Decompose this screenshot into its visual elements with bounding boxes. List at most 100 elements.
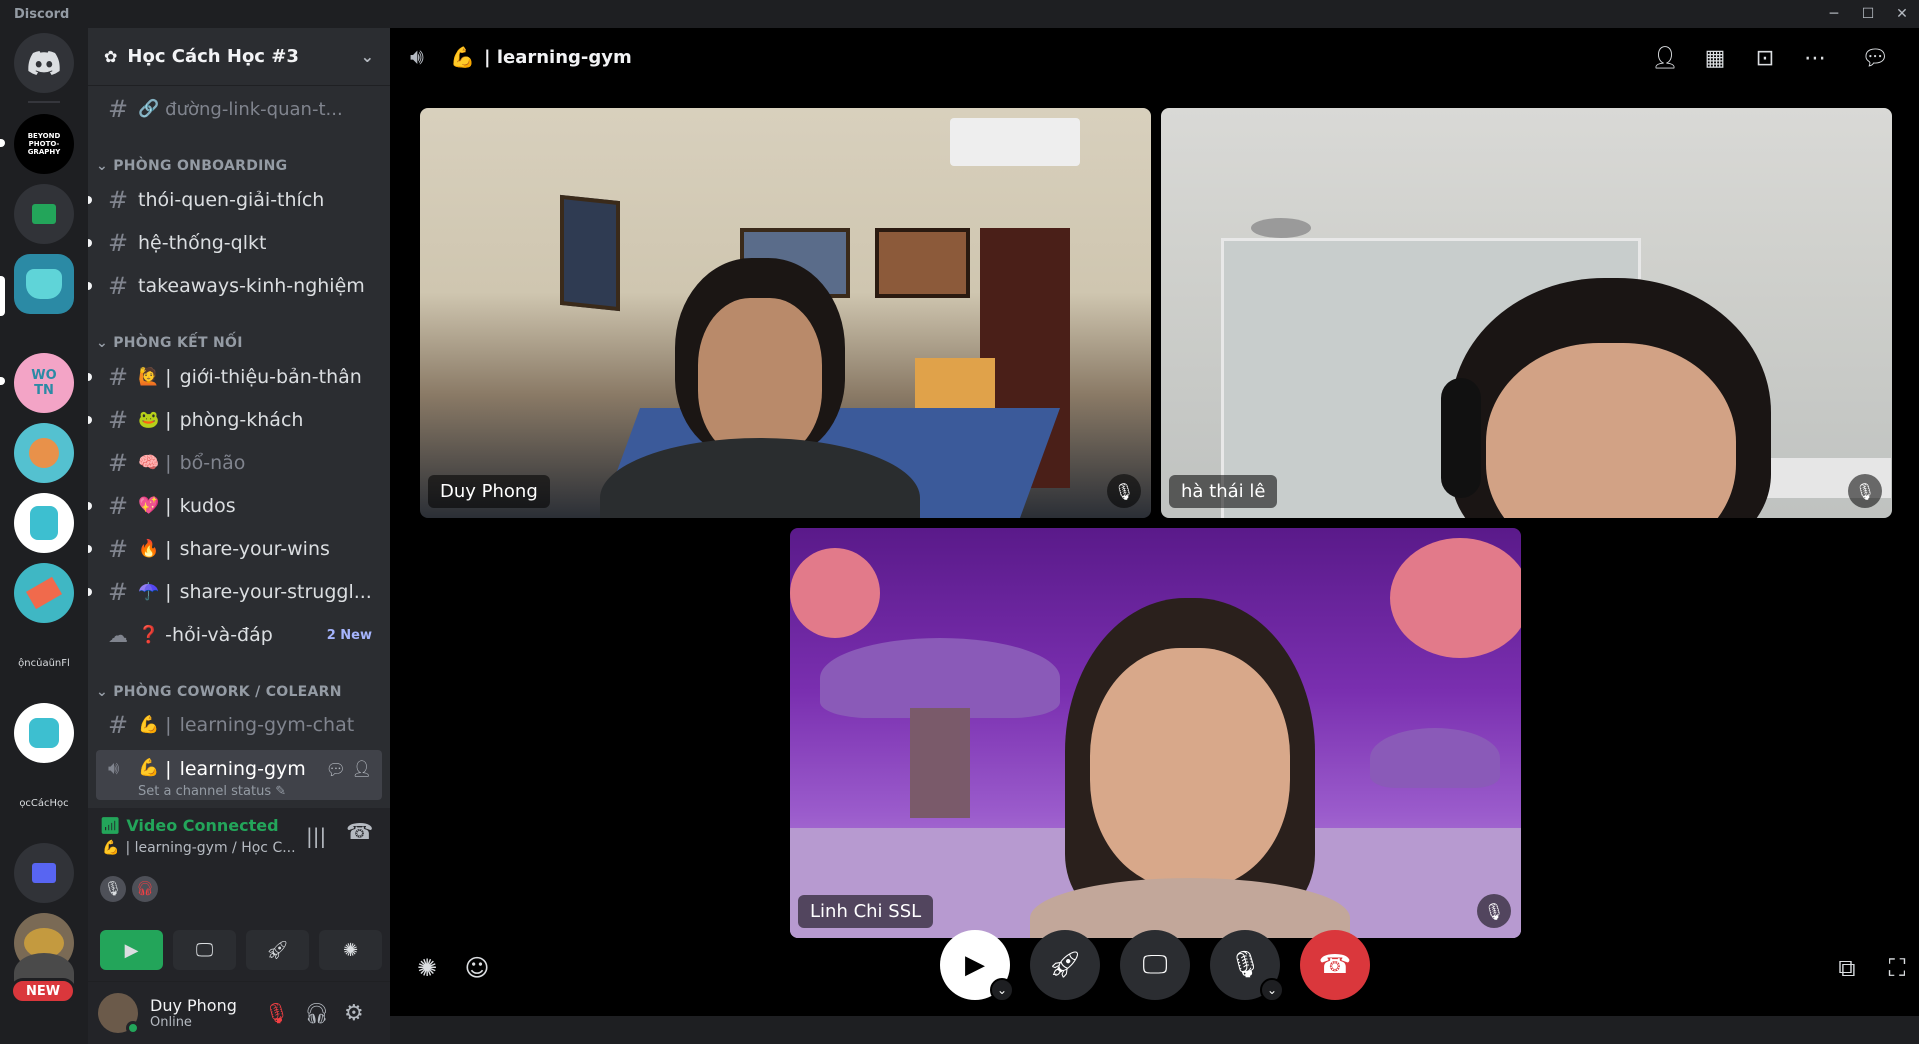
person-face xyxy=(1090,648,1290,888)
unread-indicator xyxy=(88,196,92,204)
server-beyond-photography[interactable]: BEYOND PHOTO-GRAPHY xyxy=(14,114,74,174)
user-status: Online xyxy=(150,1015,192,1030)
call-channel-title: | learning-gym xyxy=(484,46,632,68)
server-header[interactable]: ✿ Học Cách Học #3 ⌄ xyxy=(88,28,390,86)
emoji-icon[interactable]: ☺ xyxy=(462,953,492,983)
hash-icon: # xyxy=(108,492,129,520)
video-tile-ha-thai-le[interactable]: hà thái lê 🎙︎ xyxy=(1161,108,1892,518)
disconnect-icon[interactable]: ☎︎ xyxy=(346,820,373,845)
mute-button[interactable]: 🎙︎ ⌄ xyxy=(1210,930,1284,1002)
camera-icon: ▶ xyxy=(965,950,985,980)
screen-share-icon: 🖵 xyxy=(195,939,214,961)
muscle-icon: 💪 xyxy=(450,45,475,69)
add-user-icon[interactable]: 👤︎ xyxy=(1650,43,1680,73)
raised-hand-icon: 🙋 xyxy=(138,367,160,387)
screen-share-button[interactable]: 🖵 xyxy=(1120,930,1190,1000)
video-tile-duy-phong[interactable]: Duy Phong 🎙︎ xyxy=(420,108,1151,518)
fullscreen-icon[interactable]: ⛶ xyxy=(1882,953,1912,983)
channel-he-thong[interactable]: # hệ-thống-qlkt xyxy=(88,224,382,262)
chat-icon[interactable]: 💬︎ xyxy=(1860,43,1890,73)
unread-indicator xyxy=(88,282,92,290)
chevron-down-icon: ⌄ xyxy=(360,47,374,66)
discord-home-icon[interactable] xyxy=(14,33,74,93)
mute-mic-icon[interactable]: 🎙︎ xyxy=(264,1001,289,1025)
category-ket-noi[interactable]: ⌄ PHÒNG KẾT NỐI xyxy=(96,335,243,351)
folder-blue-icon[interactable] xyxy=(14,843,74,903)
chevron-down-icon[interactable]: ⌄ xyxy=(1260,978,1284,1002)
video-tile-linh-chi-ssl[interactable]: Linh Chi SSL 🎙︎ xyxy=(790,528,1521,938)
folder-green-icon[interactable] xyxy=(14,184,74,244)
forum-icon: ☁ xyxy=(108,623,128,647)
maximize-icon[interactable]: ☐ xyxy=(1852,0,1884,28)
hash-icon: # xyxy=(108,406,129,434)
unread-indicator xyxy=(88,545,92,553)
frog-icon: 🐸 xyxy=(138,410,160,430)
channel-hoi-dap[interactable]: ☁ ❓ -hỏi-và-đáp 2 New xyxy=(96,616,382,654)
camera-button[interactable]: ▶ xyxy=(100,930,163,970)
activity-button[interactable]: 🚀︎ xyxy=(246,930,309,970)
channel-learning-gym-voice[interactable]: 🔊︎ 💪 | learning-gym 💬︎ 👤︎ Set a channel s… xyxy=(96,750,382,800)
pink-tree xyxy=(790,548,880,638)
channel-kudos[interactable]: # 💖 | kudos xyxy=(88,487,382,525)
hang-up-button[interactable]: ☎︎ xyxy=(1300,930,1370,1000)
channel-duong-link[interactable]: # 🔗 đường-link-quan-t... xyxy=(96,90,382,128)
mushroom-cap xyxy=(1370,728,1500,788)
invite-icon[interactable]: 👤︎ xyxy=(352,759,372,778)
rocket-icon: 🚀︎ xyxy=(266,939,289,961)
server-wotn5[interactable]: WO TN xyxy=(14,353,74,413)
activity-button[interactable]: 🚀︎ xyxy=(1030,930,1100,1000)
voice-location[interactable]: 💪 | learning-gym / Học C... xyxy=(102,840,296,856)
camera-icon: ▶ xyxy=(124,939,139,961)
channel-share-wins[interactable]: # 🔥 | share-your-wins xyxy=(88,530,382,568)
hash-icon: # xyxy=(108,363,129,391)
screen-share-button[interactable]: 🖵 xyxy=(173,930,236,970)
speaker-icon: 🔊︎ xyxy=(108,758,120,779)
server-avatar-mascot-2[interactable] xyxy=(14,703,74,763)
server-text-2[interactable]: ọcCácHọc xyxy=(14,773,74,833)
layout-grid-icon[interactable]: ▦ xyxy=(1700,43,1730,73)
channel-sidebar: ✿ Học Cách Học #3 ⌄ # 🔗 đường-link-quan-… xyxy=(88,28,390,1044)
muscle-icon: 💪 xyxy=(138,715,160,735)
voice-status[interactable]: 📶︎ Video Connected xyxy=(100,816,279,835)
headphones xyxy=(1441,378,1481,498)
chat-bubble-icon[interactable]: 💬︎ xyxy=(326,760,346,779)
hash-icon: # xyxy=(108,186,129,214)
category-onboarding[interactable]: ⌄ PHÒNG ONBOARDING xyxy=(96,158,287,174)
noise-suppression-icon[interactable]: ||| xyxy=(306,824,326,848)
channel-thoi-quen[interactable]: # thói-quen-giải-thích xyxy=(88,181,382,219)
air-conditioner xyxy=(950,118,1080,166)
close-icon[interactable]: ✕ xyxy=(1886,0,1918,28)
channel-takeaways[interactable]: # takeaways-kinh-nghiệm xyxy=(88,267,382,305)
phone-hangup-icon: ☎︎ xyxy=(1318,950,1352,980)
server-hoc-cach-hoc-active[interactable] xyxy=(14,254,74,314)
channel-status[interactable]: Set a channel status ✎ xyxy=(138,784,286,799)
minimize-icon[interactable]: ─ xyxy=(1818,0,1850,28)
avatar[interactable] xyxy=(98,993,140,1035)
inbox-icon[interactable]: ⊡ xyxy=(1750,43,1780,73)
headphones-icon[interactable]: 🎧︎ xyxy=(304,1001,329,1025)
server-avatar-mascot[interactable] xyxy=(14,493,74,553)
wall-painting xyxy=(560,194,620,312)
category-cowork[interactable]: ⌄ PHÒNG COWORK / COLEARN xyxy=(96,684,342,700)
user-settings-gear-icon[interactable]: ⚙ xyxy=(344,1001,364,1026)
server-text-1[interactable]: ộncủaũnFl xyxy=(14,633,74,693)
server-avatar-cat[interactable] xyxy=(14,423,74,483)
more-options-icon[interactable]: ⋯ xyxy=(1800,43,1830,73)
video-toggle-button[interactable]: ▶ ⌄ xyxy=(940,930,1014,1002)
chevron-down-icon[interactable]: ⌄ xyxy=(990,978,1014,1002)
channel-gioi-thieu[interactable]: # 🙋 | giới-thiệu-bản-thân xyxy=(88,358,382,396)
question-icon: ❓ xyxy=(138,625,160,645)
channel-bo-nao[interactable]: # 🧠 | bổ-não xyxy=(96,444,382,482)
channel-phong-khach[interactable]: # 🐸 | phòng-khách xyxy=(88,401,382,439)
pop-out-icon[interactable]: ⧉ xyxy=(1832,953,1862,983)
soundboard-button[interactable]: ✺ xyxy=(319,930,382,970)
soundboard-icon[interactable]: ✺ xyxy=(412,953,442,983)
channel-share-struggles[interactable]: # ☂️ | share-your-struggl... xyxy=(88,573,382,611)
user-info[interactable]: Duy Phong Online xyxy=(150,996,237,1030)
server-avatar-drawing[interactable] xyxy=(14,563,74,623)
participant-name: hà thái lê xyxy=(1169,475,1278,508)
user-panel: Duy Phong Online 🎙︎ 🎧︎ ⚙ xyxy=(88,982,390,1044)
participant-name: Linh Chi SSL xyxy=(798,895,934,928)
channel-learning-gym-chat[interactable]: # 💪 | learning-gym-chat xyxy=(96,706,382,744)
voice-panel: 📶︎ Video Connected 💪 | learning-gym / Họ… xyxy=(88,808,390,982)
